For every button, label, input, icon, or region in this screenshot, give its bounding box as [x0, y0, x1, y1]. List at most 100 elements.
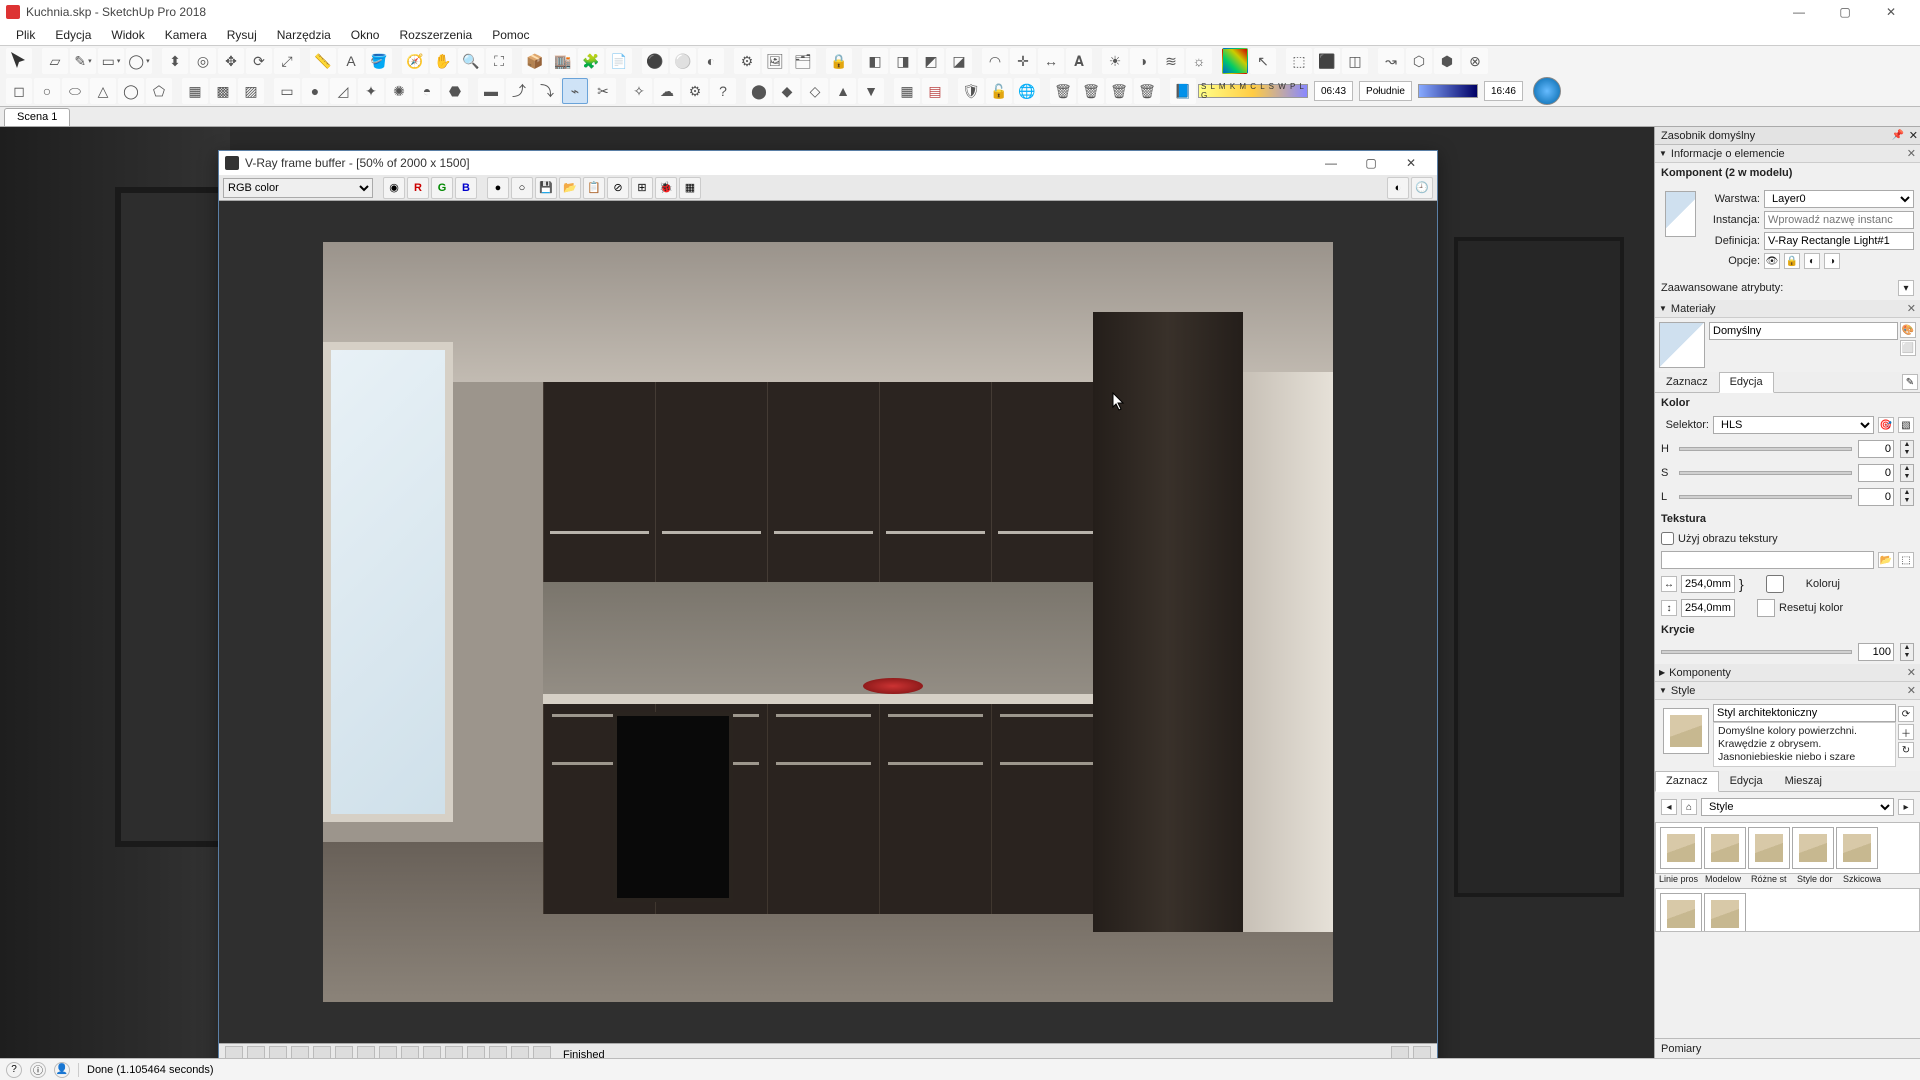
vfb-status-btn-13[interactable] [489, 1046, 507, 1059]
shield-icon[interactable]: 🛡 [958, 78, 984, 104]
section-plane-icon[interactable]: ◧ [862, 48, 888, 74]
window-close-button[interactable]: ✕ [1868, 0, 1914, 24]
toggle-cast-icon[interactable]: ◑ [1824, 253, 1840, 269]
trash-2-icon[interactable]: 🗑 [1078, 78, 1104, 104]
l-slider[interactable] [1679, 495, 1852, 499]
vfb-blue-channel-button[interactable]: B [455, 177, 477, 199]
vfb-track-mouse-icon[interactable]: 🐞 [655, 177, 677, 199]
offset-tool-icon[interactable]: ◎ [190, 48, 216, 74]
vfb-status-btn-5[interactable] [313, 1046, 331, 1059]
vfb-status-btn-7[interactable] [357, 1046, 375, 1059]
styles-back-icon[interactable]: ◂ [1661, 799, 1677, 815]
l-spinner[interactable]: ▲▼ [1900, 488, 1914, 506]
section-fill-icon[interactable]: ◪ [946, 48, 972, 74]
follow-me-icon[interactable]: ↝ [1378, 48, 1404, 74]
vfb-rgb-icon[interactable]: ◉ [383, 177, 405, 199]
vray-batch-render-icon[interactable]: 🗂 [790, 48, 816, 74]
sun-icon[interactable]: ☀ [1102, 48, 1128, 74]
current-material-swatch[interactable] [1659, 322, 1705, 368]
opacity-value-input[interactable] [1858, 643, 1894, 661]
3dwarehouse-icon[interactable]: 🏬 [550, 48, 576, 74]
book-icon[interactable]: 📘 [1170, 78, 1196, 104]
s-slider[interactable] [1679, 471, 1852, 475]
vfb-mono-icon[interactable]: ● [487, 177, 509, 199]
geo-status-icon[interactable]: ? [6, 1062, 22, 1078]
vray-proxy-export-icon[interactable]: ⤴ [506, 78, 532, 104]
vray-proxy-import-icon[interactable]: ⤵ [534, 78, 560, 104]
orbit-tool-icon[interactable]: 🧭 [402, 48, 428, 74]
sphere-icon[interactable]: ○ [34, 78, 60, 104]
instance-name-input[interactable] [1764, 211, 1914, 229]
vray-cloud-icon[interactable]: ☁ [654, 78, 680, 104]
vfb-status-btn-8[interactable] [379, 1046, 397, 1059]
components-header[interactable]: ▶ Komponenty ✕ [1655, 664, 1920, 682]
material-name-input[interactable] [1709, 322, 1898, 340]
trash-4-icon[interactable]: 🗑 [1134, 78, 1160, 104]
menu-okno[interactable]: Okno [341, 26, 390, 44]
tray-close-icon[interactable]: ✕ [1909, 129, 1918, 142]
pushpull-tool-icon[interactable]: ⬍ [162, 48, 188, 74]
vfb-status-btn-3[interactable] [269, 1046, 287, 1059]
style-thumb-item[interactable] [1660, 827, 1702, 869]
globe-small-icon[interactable]: 🌐 [1014, 78, 1040, 104]
vfb-status-btn-1[interactable] [225, 1046, 243, 1059]
style-thumb-item[interactable] [1704, 827, 1746, 869]
trash-1-icon[interactable]: 🗑 [1050, 78, 1076, 104]
vfb-status-btn-4[interactable] [291, 1046, 309, 1059]
vfb-clear-icon[interactable]: ⊘ [607, 177, 629, 199]
circle-tool-icon[interactable]: ◯ [126, 48, 152, 74]
axes-icon[interactable]: ✛ [1010, 48, 1036, 74]
prism-icon[interactable]: ⬠ [146, 78, 172, 104]
styles-collection-select[interactable]: Style [1701, 798, 1894, 816]
extension-warehouse-icon[interactable]: 🧩 [578, 48, 604, 74]
tex-height-input[interactable] [1681, 599, 1735, 617]
zoom-tool-icon[interactable]: 🔍 [458, 48, 484, 74]
vray-infinite-plane-icon[interactable]: ▬ [478, 78, 504, 104]
style-create-icon[interactable]: ＋ [1898, 724, 1914, 740]
vray-light-spot-icon[interactable]: ◿ [330, 78, 356, 104]
layer-select[interactable]: Layer0 [1764, 190, 1914, 208]
vfb-titlebar[interactable]: V-Ray frame buffer - [50% of 2000 x 1500… [219, 151, 1437, 175]
vray-clipper-icon[interactable]: ✂ [590, 78, 616, 104]
protractor-icon[interactable]: ◠ [982, 48, 1008, 74]
menu-widok[interactable]: Widok [101, 26, 154, 44]
pan-tool-icon[interactable]: ✋ [430, 48, 456, 74]
vray-material-4-icon[interactable]: ▲ [830, 78, 856, 104]
paint-bucket-icon[interactable]: 🪣 [366, 48, 392, 74]
menu-pomoc[interactable]: Pomoc [482, 26, 539, 44]
texture-path-input[interactable] [1661, 551, 1874, 569]
trash-3-icon[interactable]: 🗑 [1106, 78, 1132, 104]
styles-tab-mix[interactable]: Mieszaj [1774, 771, 1833, 791]
vray-light-mesh-icon[interactable]: ⬣ [442, 78, 468, 104]
vray-material-1-icon[interactable]: ⬤ [746, 78, 772, 104]
vfb-maximize-button[interactable]: ▢ [1351, 151, 1391, 175]
section-cut-icon[interactable]: ◩ [918, 48, 944, 74]
grid-icon[interactable]: ▦ [894, 78, 920, 104]
styles-close-icon[interactable]: ✕ [1907, 684, 1916, 697]
shadow-time-end[interactable]: 16:46 [1484, 81, 1523, 101]
vray-denoiser-icon[interactable]: ✧ [626, 78, 652, 104]
menu-rozszerzenia[interactable]: Rozszerzenia [389, 26, 482, 44]
rotate-tool-icon[interactable]: ⟳ [246, 48, 272, 74]
vray-interactive-icon[interactable]: ⚪ [670, 48, 696, 74]
styles-home-icon[interactable]: ⌂ [1681, 799, 1697, 815]
login-status-icon[interactable]: 👤 [54, 1062, 70, 1078]
vfb-status-expand-icon[interactable] [1391, 1046, 1409, 1059]
text-tool-icon[interactable]: A [338, 48, 364, 74]
vray-render-icon[interactable]: ⚫ [642, 48, 668, 74]
pointer-icon[interactable]: ↖ [1250, 48, 1276, 74]
h-slider[interactable] [1679, 447, 1852, 451]
vray-light-ies-icon[interactable]: ✦ [358, 78, 384, 104]
vfb-green-channel-button[interactable]: G [431, 177, 453, 199]
vfb-red-channel-button[interactable]: R [407, 177, 429, 199]
sandbox-2-icon[interactable]: ▩ [210, 78, 236, 104]
vfb-status-btn-6[interactable] [335, 1046, 353, 1059]
vfb-minimize-button[interactable]: — [1311, 151, 1351, 175]
outer-shell-icon[interactable]: ⬡ [1406, 48, 1432, 74]
toggle-shadows-icon[interactable]: ◐ [1804, 253, 1820, 269]
zoom-extents-icon[interactable]: ⛶ [486, 48, 512, 74]
vfb-save-icon[interactable]: 💾 [535, 177, 557, 199]
styles-details-icon[interactable]: ▸ [1898, 799, 1914, 815]
vray-fur-icon[interactable]: ⌁ [562, 78, 588, 104]
style-refresh-icon[interactable]: ↻ [1898, 742, 1914, 758]
